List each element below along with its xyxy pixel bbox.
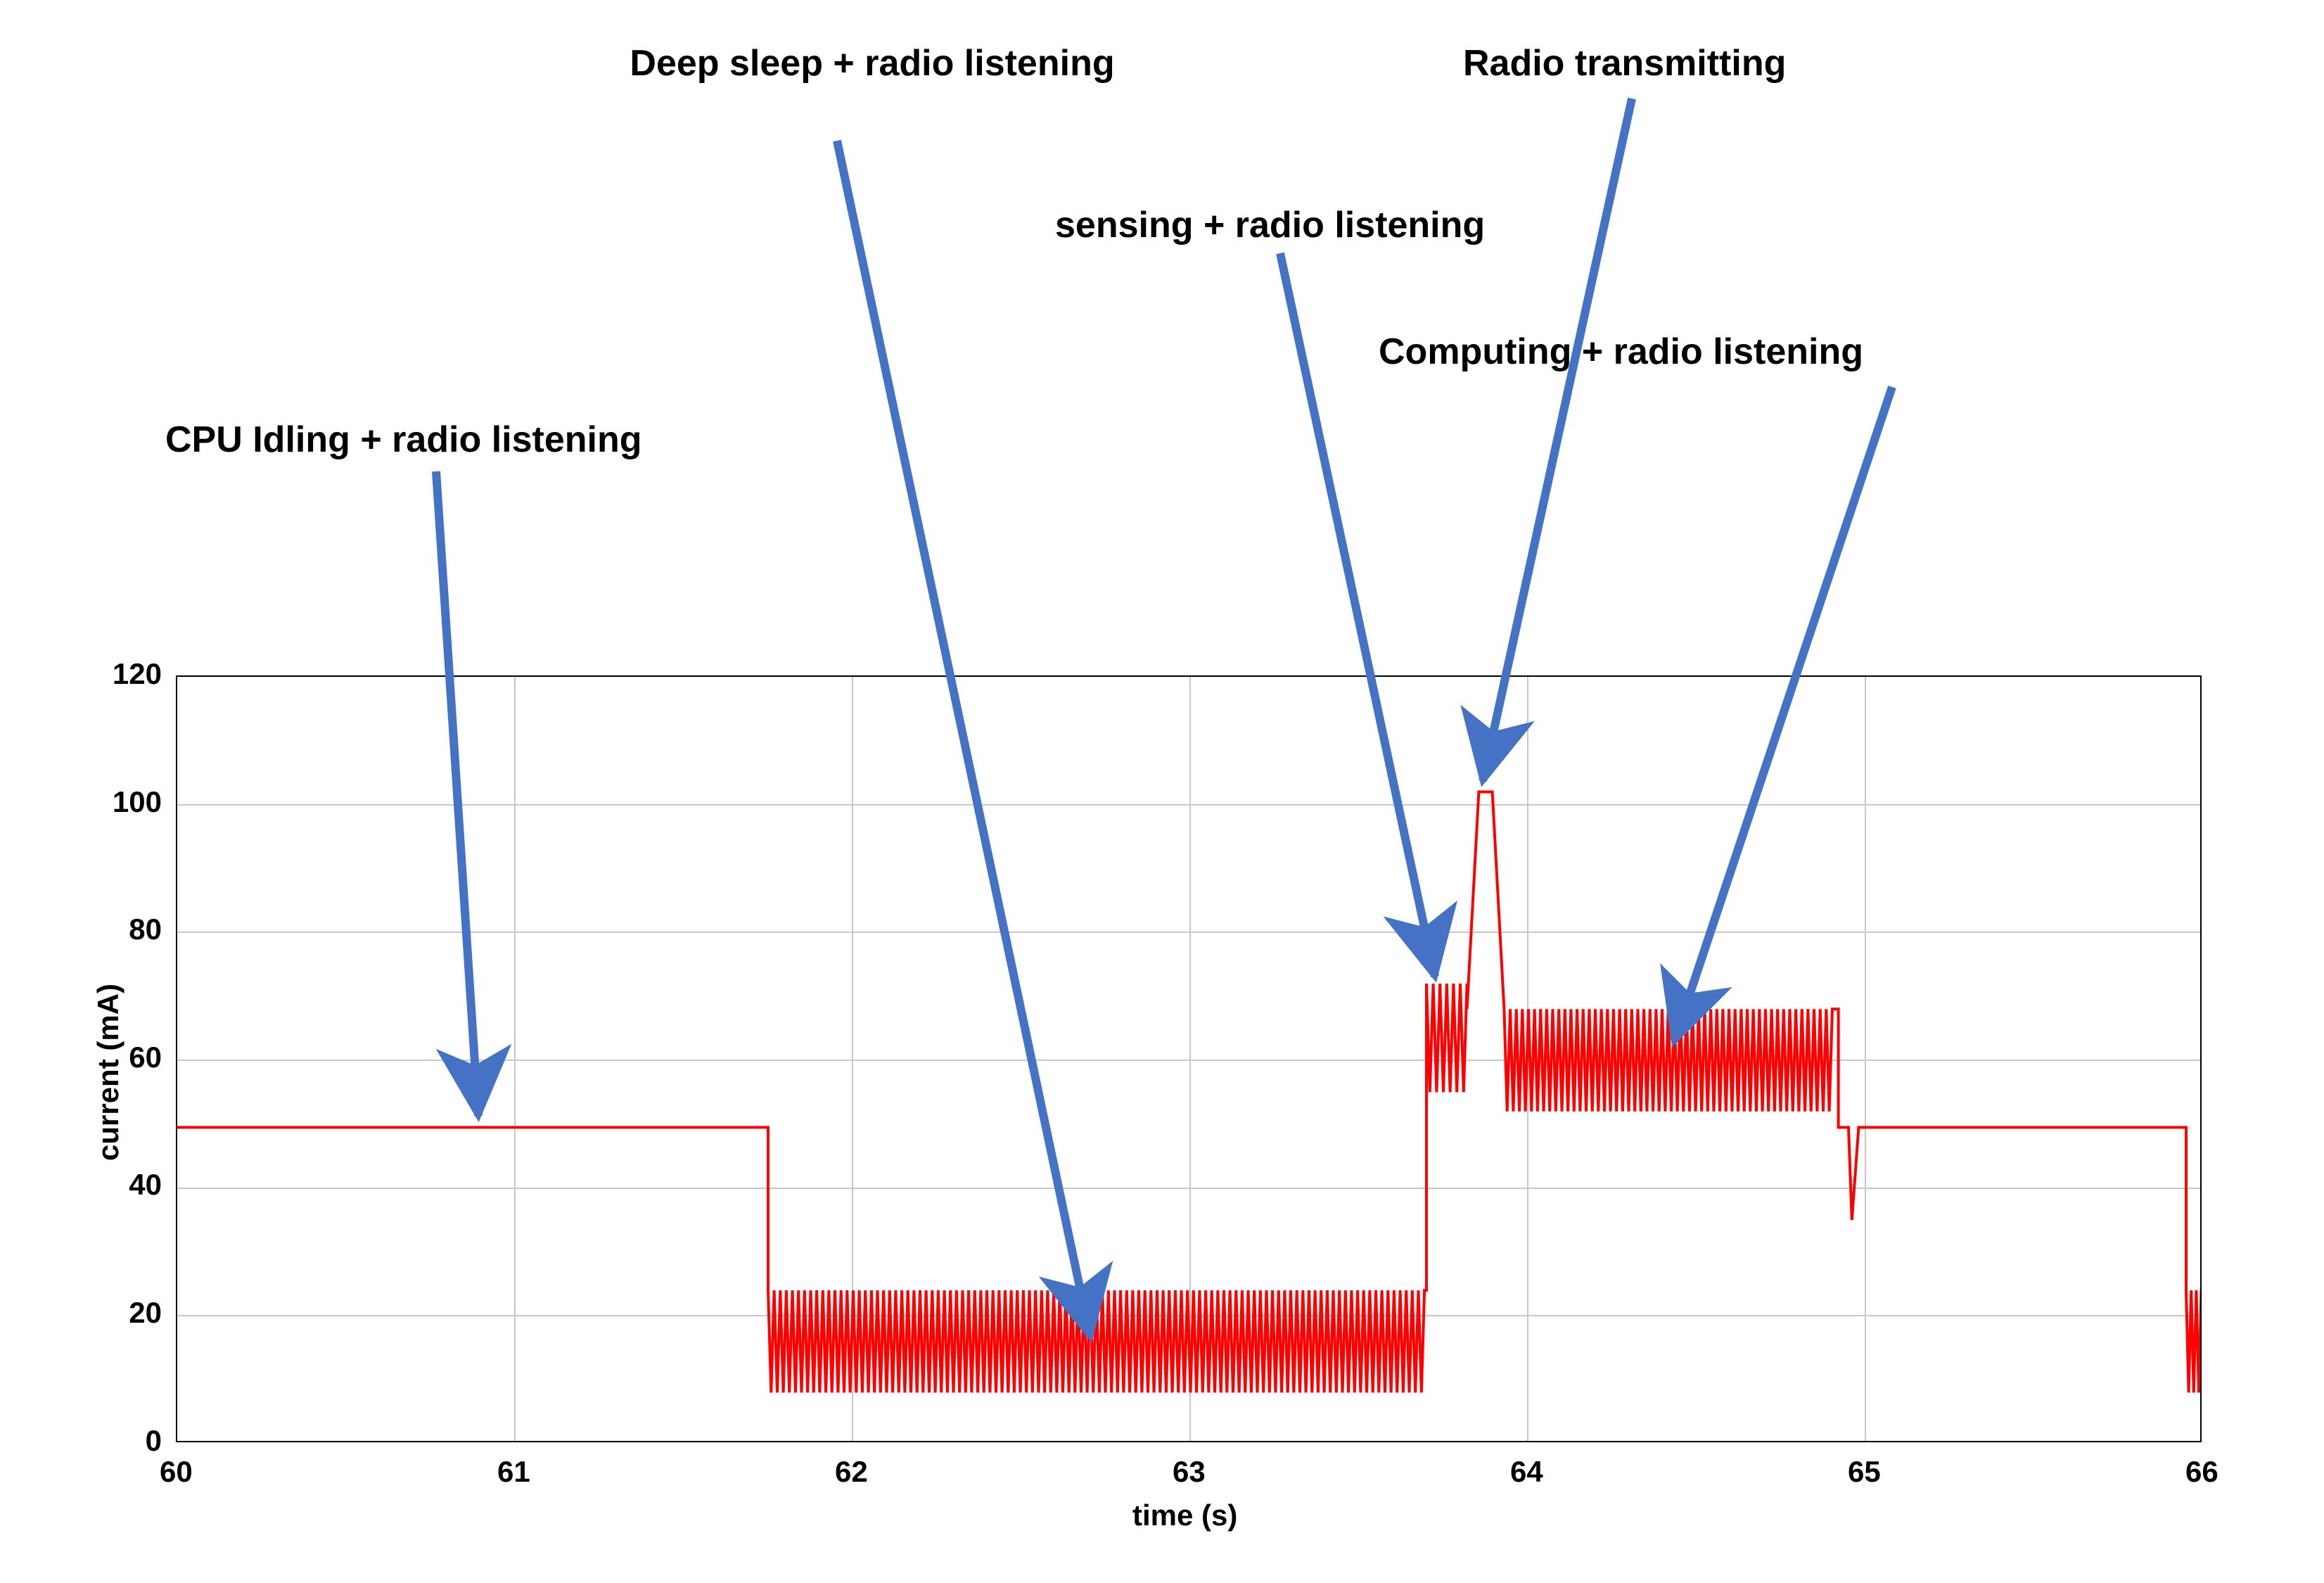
- arrow-deep-sleep: [837, 141, 1090, 1337]
- arrow-sensing: [1280, 253, 1435, 977]
- arrow-computing: [1674, 387, 1892, 1041]
- annotation-arrows: [0, 0, 2324, 1583]
- figure-canvas: 0 20 40 60 80 100 120 60 61 62 63 64 65 …: [0, 0, 2324, 1583]
- arrow-radio-tx: [1483, 98, 1632, 781]
- arrow-cpu-idling: [436, 471, 478, 1116]
